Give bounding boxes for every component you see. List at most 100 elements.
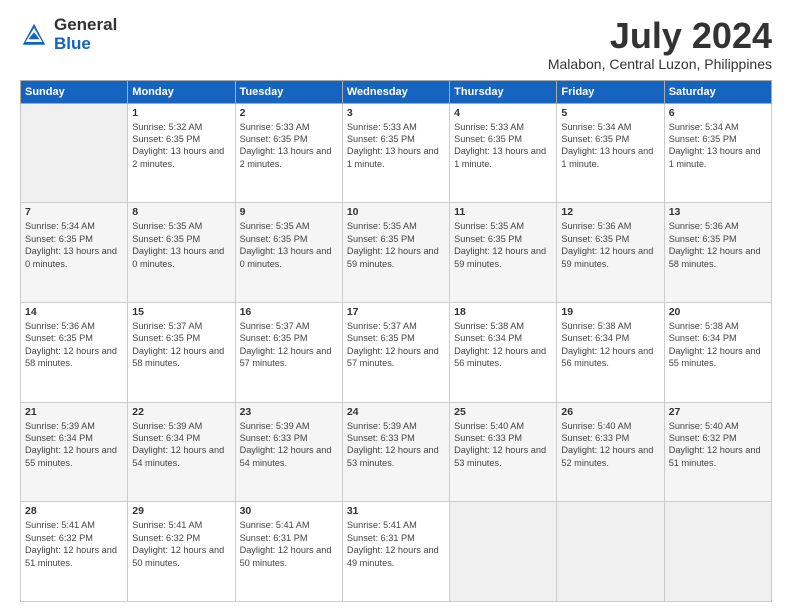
day-number: 26	[561, 406, 659, 418]
day-number: 17	[347, 306, 445, 318]
day-number: 15	[132, 306, 230, 318]
calendar-cell: 19 Sunrise: 5:38 AMSunset: 6:34 PMDayligh…	[557, 302, 664, 402]
calendar-cell: 15 Sunrise: 5:37 AMSunset: 6:35 PMDayligh…	[128, 302, 235, 402]
cell-info: Sunrise: 5:40 AMSunset: 6:32 PMDaylight:…	[669, 420, 767, 470]
week-row-1: 1 Sunrise: 5:32 AMSunset: 6:35 PMDaylight…	[21, 103, 772, 203]
logo: General Blue	[20, 16, 117, 54]
calendar-cell: 8 Sunrise: 5:35 AMSunset: 6:35 PMDaylight…	[128, 203, 235, 303]
day-number: 7	[25, 206, 123, 218]
day-number: 30	[240, 505, 338, 517]
day-number: 21	[25, 406, 123, 418]
calendar-cell: 2 Sunrise: 5:33 AMSunset: 6:35 PMDaylight…	[235, 103, 342, 203]
logo-icon	[20, 21, 48, 49]
cell-info: Sunrise: 5:37 AMSunset: 6:35 PMDaylight:…	[132, 320, 230, 370]
calendar-cell: 1 Sunrise: 5:32 AMSunset: 6:35 PMDaylight…	[128, 103, 235, 203]
day-number: 9	[240, 206, 338, 218]
cell-info: Sunrise: 5:41 AMSunset: 6:31 PMDaylight:…	[347, 519, 445, 569]
calendar-cell: 7 Sunrise: 5:34 AMSunset: 6:35 PMDaylight…	[21, 203, 128, 303]
calendar-cell	[557, 502, 664, 602]
cell-info: Sunrise: 5:33 AMSunset: 6:35 PMDaylight:…	[454, 121, 552, 171]
calendar-cell: 14 Sunrise: 5:36 AMSunset: 6:35 PMDayligh…	[21, 302, 128, 402]
cell-info: Sunrise: 5:34 AMSunset: 6:35 PMDaylight:…	[25, 220, 123, 270]
subtitle: Malabon, Central Luzon, Philippines	[548, 56, 772, 72]
calendar-cell: 23 Sunrise: 5:39 AMSunset: 6:33 PMDayligh…	[235, 402, 342, 502]
cell-info: Sunrise: 5:36 AMSunset: 6:35 PMDaylight:…	[25, 320, 123, 370]
calendar-cell	[450, 502, 557, 602]
calendar-cell: 21 Sunrise: 5:39 AMSunset: 6:34 PMDayligh…	[21, 402, 128, 502]
title-block: July 2024 Malabon, Central Luzon, Philip…	[548, 16, 772, 72]
day-number: 10	[347, 206, 445, 218]
day-number: 13	[669, 206, 767, 218]
calendar-cell: 11 Sunrise: 5:35 AMSunset: 6:35 PMDayligh…	[450, 203, 557, 303]
day-number: 22	[132, 406, 230, 418]
cell-info: Sunrise: 5:39 AMSunset: 6:33 PMDaylight:…	[240, 420, 338, 470]
calendar-table: Sunday Monday Tuesday Wednesday Thursday…	[20, 80, 772, 602]
col-wednesday: Wednesday	[342, 80, 449, 103]
day-number: 4	[454, 107, 552, 119]
day-number: 6	[669, 107, 767, 119]
cell-info: Sunrise: 5:34 AMSunset: 6:35 PMDaylight:…	[561, 121, 659, 171]
calendar-cell: 29Sunrise: 5:41 AMSunset: 6:32 PMDayligh…	[128, 502, 235, 602]
calendar-cell: 31 Sunrise: 5:41 AMSunset: 6:31 PMDayligh…	[342, 502, 449, 602]
header-row: Sunday Monday Tuesday Wednesday Thursday…	[21, 80, 772, 103]
cell-info: Sunrise: 5:39 AMSunset: 6:34 PMDaylight:…	[25, 420, 123, 470]
week-row-2: 7 Sunrise: 5:34 AMSunset: 6:35 PMDaylight…	[21, 203, 772, 303]
day-number: 27	[669, 406, 767, 418]
calendar-cell: 17 Sunrise: 5:37 AMSunset: 6:35 PMDayligh…	[342, 302, 449, 402]
cell-info: Sunrise: 5:35 AMSunset: 6:35 PMDaylight:…	[454, 220, 552, 270]
col-tuesday: Tuesday	[235, 80, 342, 103]
day-number: 11	[454, 206, 552, 218]
day-number: 14	[25, 306, 123, 318]
cell-info: Sunrise: 5:36 AMSunset: 6:35 PMDaylight:…	[561, 220, 659, 270]
col-thursday: Thursday	[450, 80, 557, 103]
day-number: 31	[347, 505, 445, 517]
day-number: 29	[132, 505, 230, 517]
cell-info: Sunrise: 5:33 AMSunset: 6:35 PMDaylight:…	[240, 121, 338, 171]
day-number: 20	[669, 306, 767, 318]
day-number: 19	[561, 306, 659, 318]
day-number: 28	[25, 505, 123, 517]
day-number: 8	[132, 206, 230, 218]
cell-info: Sunrise: 5:41 AMSunset: 6:31 PMDaylight:…	[240, 519, 338, 569]
cell-info: Sunrise: 5:35 AMSunset: 6:35 PMDaylight:…	[240, 220, 338, 270]
day-number: 23	[240, 406, 338, 418]
calendar-cell: 12Sunrise: 5:36 AMSunset: 6:35 PMDayligh…	[557, 203, 664, 303]
cell-info: Sunrise: 5:37 AMSunset: 6:35 PMDaylight:…	[347, 320, 445, 370]
day-number: 18	[454, 306, 552, 318]
cell-info: Sunrise: 5:39 AMSunset: 6:34 PMDaylight:…	[132, 420, 230, 470]
calendar-cell: 20 Sunrise: 5:38 AMSunset: 6:34 PMDayligh…	[664, 302, 771, 402]
calendar-cell: 16Sunrise: 5:37 AMSunset: 6:35 PMDayligh…	[235, 302, 342, 402]
day-number: 2	[240, 107, 338, 119]
col-monday: Monday	[128, 80, 235, 103]
calendar-cell: 3Sunrise: 5:33 AMSunset: 6:35 PMDaylight…	[342, 103, 449, 203]
day-number: 25	[454, 406, 552, 418]
cell-info: Sunrise: 5:35 AMSunset: 6:35 PMDaylight:…	[132, 220, 230, 270]
header: General Blue July 2024 Malabon, Central …	[20, 16, 772, 72]
calendar-cell: 18 Sunrise: 5:38 AMSunset: 6:34 PMDayligh…	[450, 302, 557, 402]
week-row-3: 14 Sunrise: 5:36 AMSunset: 6:35 PMDayligh…	[21, 302, 772, 402]
day-number: 1	[132, 107, 230, 119]
cell-info: Sunrise: 5:32 AMSunset: 6:35 PMDaylight:…	[132, 121, 230, 171]
col-saturday: Saturday	[664, 80, 771, 103]
calendar-cell: 26Sunrise: 5:40 AMSunset: 6:33 PMDayligh…	[557, 402, 664, 502]
day-number: 3	[347, 107, 445, 119]
logo-blue: Blue	[54, 35, 117, 54]
cell-info: Sunrise: 5:38 AMSunset: 6:34 PMDaylight:…	[454, 320, 552, 370]
col-friday: Friday	[557, 80, 664, 103]
calendar-cell: 6Sunrise: 5:34 AMSunset: 6:35 PMDaylight…	[664, 103, 771, 203]
cell-info: Sunrise: 5:37 AMSunset: 6:35 PMDaylight:…	[240, 320, 338, 370]
calendar-cell: 28Sunrise: 5:41 AMSunset: 6:32 PMDayligh…	[21, 502, 128, 602]
cell-info: Sunrise: 5:38 AMSunset: 6:34 PMDaylight:…	[669, 320, 767, 370]
cell-info: Sunrise: 5:40 AMSunset: 6:33 PMDaylight:…	[454, 420, 552, 470]
calendar-cell: 22 Sunrise: 5:39 AMSunset: 6:34 PMDayligh…	[128, 402, 235, 502]
calendar-cell: 25 Sunrise: 5:40 AMSunset: 6:33 PMDayligh…	[450, 402, 557, 502]
day-number: 24	[347, 406, 445, 418]
calendar-cell: 24Sunrise: 5:39 AMSunset: 6:33 PMDayligh…	[342, 402, 449, 502]
main-title: July 2024	[548, 16, 772, 56]
cell-info: Sunrise: 5:35 AMSunset: 6:35 PMDaylight:…	[347, 220, 445, 270]
calendar-cell: 4 Sunrise: 5:33 AMSunset: 6:35 PMDaylight…	[450, 103, 557, 203]
calendar-cell: 5Sunrise: 5:34 AMSunset: 6:35 PMDaylight…	[557, 103, 664, 203]
week-row-5: 28Sunrise: 5:41 AMSunset: 6:32 PMDayligh…	[21, 502, 772, 602]
cell-info: Sunrise: 5:38 AMSunset: 6:34 PMDaylight:…	[561, 320, 659, 370]
week-row-4: 21 Sunrise: 5:39 AMSunset: 6:34 PMDayligh…	[21, 402, 772, 502]
